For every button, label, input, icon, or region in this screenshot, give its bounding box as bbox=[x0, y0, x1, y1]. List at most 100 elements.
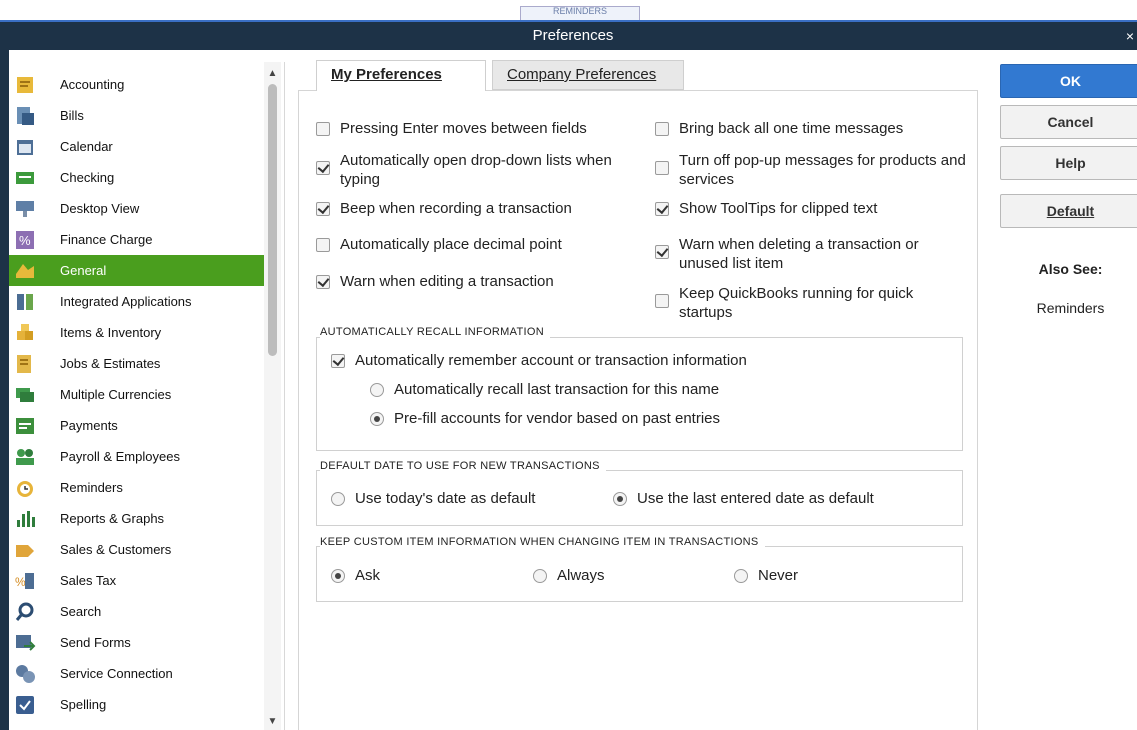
ask-radio[interactable] bbox=[331, 569, 345, 583]
scroll-up-icon[interactable]: ▲ bbox=[264, 66, 281, 82]
beep-label: Beep when recording a transaction bbox=[340, 200, 572, 217]
sidebar-item-integrated-applications[interactable]: Integrated Applications bbox=[9, 286, 264, 317]
sidebar-item-label: Accounting bbox=[60, 77, 125, 92]
sidebar-item-send-forms[interactable]: Send Forms bbox=[9, 627, 264, 658]
tab-company-preferences[interactable]: Company Preferences bbox=[492, 60, 684, 90]
keep-running-option[interactable]: Keep QuickBooks running for quick startu… bbox=[655, 284, 973, 322]
reminders-icon bbox=[14, 477, 36, 499]
svg-text:%: % bbox=[15, 575, 26, 589]
bring-back-option[interactable]: Bring back all one time messages bbox=[655, 119, 903, 138]
send-forms-icon bbox=[14, 632, 36, 654]
never-radio[interactable] bbox=[734, 569, 748, 583]
decimal-option[interactable]: Automatically place decimal point bbox=[316, 235, 562, 254]
default-button[interactable]: Default bbox=[1000, 194, 1137, 228]
popups-checkbox[interactable] bbox=[655, 161, 669, 175]
sidebar-item-label: Integrated Applications bbox=[60, 294, 192, 309]
title-bar: Preferences × bbox=[9, 22, 1137, 50]
ok-button[interactable]: OK bbox=[1000, 64, 1137, 98]
help-button[interactable]: Help bbox=[1000, 146, 1137, 180]
custom-item-group bbox=[316, 546, 963, 602]
last-date-radio[interactable] bbox=[613, 492, 627, 506]
sidebar-item-label: Reports & Graphs bbox=[60, 511, 165, 526]
sidebar-item-calendar[interactable]: Calendar bbox=[9, 131, 264, 162]
sidebar-item-search[interactable]: Search bbox=[9, 596, 264, 627]
sidebar-item-service-connection[interactable]: Service Connection bbox=[9, 658, 264, 689]
keep-running-checkbox[interactable] bbox=[655, 294, 669, 308]
sidebar-item-label: Send Forms bbox=[60, 635, 131, 650]
cancel-button[interactable]: Cancel bbox=[1000, 105, 1137, 139]
sidebar-item-reports-graphs[interactable]: Reports & Graphs bbox=[9, 503, 264, 534]
sidebar-scrollbar[interactable]: ▲ ▼ bbox=[264, 62, 281, 730]
remember-option[interactable]: Automatically remember account or transa… bbox=[331, 351, 747, 370]
sidebar-item-payroll-employees[interactable]: Payroll & Employees bbox=[9, 441, 264, 472]
payments-icon bbox=[14, 415, 36, 437]
sidebar-item-checking[interactable]: Checking bbox=[9, 162, 264, 193]
auto-dropdown-checkbox[interactable] bbox=[316, 161, 330, 175]
bring-back-checkbox[interactable] bbox=[655, 122, 669, 136]
recall-last-label: Automatically recall last transaction fo… bbox=[394, 381, 720, 398]
sidebar-item-payments[interactable]: Payments bbox=[9, 410, 264, 441]
never-option[interactable]: Never bbox=[734, 566, 798, 585]
sidebar-item-bills[interactable]: Bills bbox=[9, 100, 264, 131]
top-edge: REMINDERS bbox=[0, 0, 1137, 22]
prefill-option[interactable]: Pre-fill accounts for vendor based on pa… bbox=[370, 409, 720, 428]
warn-edit-checkbox[interactable] bbox=[316, 275, 330, 289]
tab-my-preferences[interactable]: My Preferences bbox=[316, 60, 486, 91]
last-date-option[interactable]: Use the last entered date as default bbox=[613, 489, 874, 508]
warn-delete-option[interactable]: Warn when deleting a transaction or unus… bbox=[655, 235, 973, 273]
sidebar-item-label: Service Connection bbox=[60, 666, 173, 681]
general-icon bbox=[14, 260, 36, 282]
sidebar-item-general[interactable]: General bbox=[9, 255, 264, 286]
scroll-down-icon[interactable]: ▼ bbox=[264, 714, 281, 730]
beep-checkbox[interactable] bbox=[316, 202, 330, 216]
sidebar-item-accounting[interactable]: Accounting bbox=[9, 69, 264, 100]
auto-dropdown-option[interactable]: Automatically open drop-down lists when … bbox=[316, 151, 626, 189]
recall-last-option[interactable]: Automatically recall last transaction fo… bbox=[370, 380, 719, 399]
scroll-thumb[interactable] bbox=[268, 84, 277, 356]
remember-checkbox[interactable] bbox=[331, 354, 345, 368]
also-see-reminders-link[interactable]: Reminders bbox=[1000, 300, 1137, 316]
svg-text:%: % bbox=[19, 233, 31, 248]
sidebar-item-reminders[interactable]: Reminders bbox=[9, 472, 264, 503]
sidebar-item-items-inventory[interactable]: Items & Inventory bbox=[9, 317, 264, 348]
sales-tax-icon: % bbox=[14, 570, 36, 592]
sidebar-item-finance-charge[interactable]: % Finance Charge bbox=[9, 224, 264, 255]
sidebar-item-label: Jobs & Estimates bbox=[60, 356, 161, 371]
prefill-radio[interactable] bbox=[370, 412, 384, 426]
today-date-option[interactable]: Use today's date as default bbox=[331, 489, 535, 508]
sidebar-item-label: Desktop View bbox=[60, 201, 140, 216]
multiple-currencies-icon bbox=[14, 384, 36, 406]
default-button-label: Default bbox=[1046, 203, 1095, 219]
enter-moves-option[interactable]: Pressing Enter moves between fields bbox=[316, 119, 587, 138]
reports-graphs-icon bbox=[14, 508, 36, 530]
beep-option[interactable]: Beep when recording a transaction bbox=[316, 199, 572, 218]
warn-delete-checkbox[interactable] bbox=[655, 245, 669, 259]
tooltips-option[interactable]: Show ToolTips for clipped text bbox=[655, 199, 877, 218]
sidebar-item-sales-tax[interactable]: % Sales Tax bbox=[9, 565, 264, 596]
warn-edit-option[interactable]: Warn when editing a transaction bbox=[316, 272, 554, 291]
popups-option[interactable]: Turn off pop-up messages for products an… bbox=[655, 151, 973, 189]
always-radio[interactable] bbox=[533, 569, 547, 583]
recall-last-radio[interactable] bbox=[370, 383, 384, 397]
sidebar-item-sales-customers[interactable]: Sales & Customers bbox=[9, 534, 264, 565]
search-icon bbox=[14, 601, 36, 623]
close-icon[interactable]: × bbox=[1123, 22, 1137, 50]
sidebar-item-label: Payroll & Employees bbox=[60, 449, 180, 464]
spelling-icon bbox=[14, 694, 36, 716]
decimal-checkbox[interactable] bbox=[316, 238, 330, 252]
today-date-radio[interactable] bbox=[331, 492, 345, 506]
sidebar-item-desktop-view[interactable]: Desktop View bbox=[9, 193, 264, 224]
sidebar-item-label: Payments bbox=[60, 418, 118, 433]
sidebar-item-multiple-currencies[interactable]: Multiple Currencies bbox=[9, 379, 264, 410]
always-option[interactable]: Always bbox=[533, 566, 605, 585]
keep-running-label: Keep QuickBooks running for quick startu… bbox=[679, 285, 914, 321]
desktop-view-icon bbox=[14, 198, 36, 220]
bring-back-label: Bring back all one time messages bbox=[679, 120, 904, 137]
sidebar-item-spelling[interactable]: Spelling bbox=[9, 689, 264, 720]
tooltips-checkbox[interactable] bbox=[655, 202, 669, 216]
today-date-label: Use today's date as default bbox=[355, 490, 536, 507]
sidebar-item-jobs-estimates[interactable]: Jobs & Estimates bbox=[9, 348, 264, 379]
ask-option[interactable]: Ask bbox=[331, 566, 380, 585]
enter-moves-checkbox[interactable] bbox=[316, 122, 330, 136]
enter-moves-label: Pressing Enter moves between fields bbox=[340, 120, 587, 137]
